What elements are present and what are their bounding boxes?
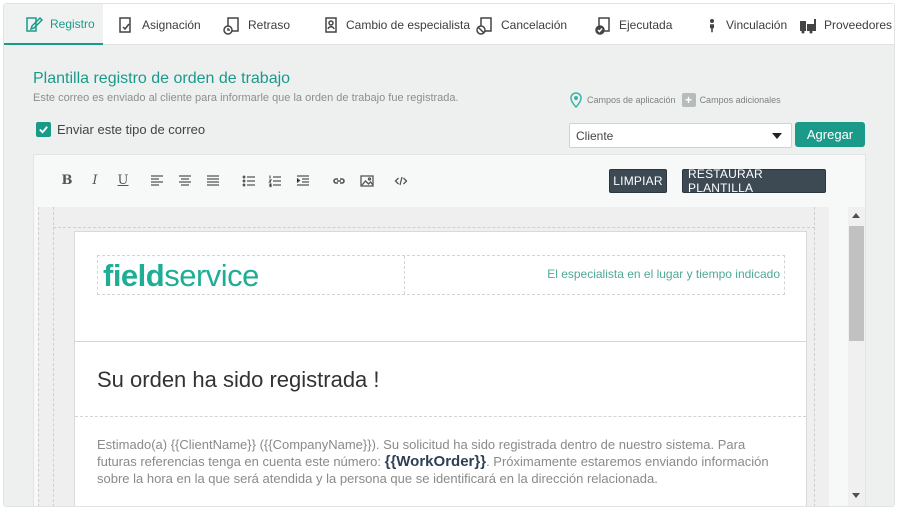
fields-legend: Campos de aplicación + Campos adicionale…	[569, 92, 787, 108]
restore-template-button[interactable]: RESTAURAR PLANTILLA	[682, 167, 826, 195]
map-pin-icon	[570, 92, 582, 108]
tab-ejecutada[interactable]: Ejecutada	[593, 4, 672, 45]
tab-bar: Registro Asignación Retraso Cambio de es…	[4, 4, 894, 45]
align-justify-icon	[207, 175, 219, 186]
layout-guide	[53, 207, 54, 506]
bullet-list-icon	[242, 175, 255, 187]
clear-button[interactable]: LIMPIAR	[609, 169, 667, 193]
template-editor: B I U LIMPIAR RESTAURAR PLANTILLA fields…	[33, 154, 866, 506]
add-button[interactable]: Agregar	[795, 122, 865, 147]
send-email-checkbox[interactable]	[36, 122, 51, 137]
tab-label: Ejecutada	[619, 17, 673, 32]
editor-toolbar: B I U LIMPIAR RESTAURAR PLANTILLA	[34, 155, 865, 207]
chevron-down-icon	[772, 133, 782, 139]
recipient-select[interactable]: Cliente	[569, 123, 792, 148]
align-center-icon	[179, 175, 191, 186]
checkmark-icon	[39, 126, 48, 134]
additional-fields-button[interactable]: + Campos adicionales	[681, 93, 781, 107]
indent-icon	[296, 175, 309, 186]
layout-guide	[53, 227, 815, 228]
tab-cancelacion[interactable]: Cancelación	[475, 4, 567, 45]
send-email-label: Enviar este tipo de correo	[57, 122, 206, 137]
work-order-token: {{WorkOrder}}	[384, 453, 487, 470]
scroll-down-icon[interactable]	[852, 493, 860, 498]
tab-label: Retraso	[248, 17, 291, 32]
image-button[interactable]	[358, 172, 376, 190]
page-subtitle: Este correo es enviado al cliente para i…	[33, 92, 459, 104]
registro-icon	[26, 16, 44, 32]
plus-icon: +	[681, 93, 696, 107]
email-title-row: Su orden ha sido registrada !	[75, 343, 806, 417]
application-fields-button[interactable]: Campos de aplicación	[569, 92, 676, 108]
align-left-icon	[151, 175, 163, 186]
link-button[interactable]	[330, 172, 348, 190]
vinculacion-icon	[710, 18, 714, 32]
tab-label: Cancelación	[501, 17, 568, 32]
align-left-button[interactable]	[148, 172, 166, 190]
tab-label: Proveedores	[824, 17, 893, 32]
email-header: fieldservice El especialista en el lugar…	[75, 232, 806, 342]
retraso-icon	[223, 16, 239, 35]
bold-button[interactable]: B	[58, 172, 76, 190]
email-body: Estimado(a) {{ClientName}} ({{CompanyNam…	[97, 436, 787, 487]
align-center-button[interactable]	[176, 172, 194, 190]
italic-button[interactable]: I	[86, 172, 104, 190]
additional-fields-label: Campos adicionales	[699, 95, 781, 105]
app-frame: Registro Asignación Retraso Cambio de es…	[3, 3, 895, 507]
tab-registro[interactable]: Registro	[4, 4, 103, 45]
numbered-list-button[interactable]	[266, 172, 284, 190]
brand-tagline: El especialista en el lugar y tiempo ind…	[547, 267, 780, 281]
banner-divider	[404, 256, 405, 294]
source-code-button[interactable]	[392, 172, 410, 190]
application-fields-label: Campos de aplicación	[587, 95, 676, 105]
asignacion-icon	[119, 16, 131, 33]
image-icon	[360, 175, 374, 187]
cancelacion-icon	[476, 16, 492, 35]
numbered-list-icon	[268, 175, 281, 188]
tab-label: Asignación	[142, 17, 201, 32]
tab-label: Cambio de especialista	[346, 17, 471, 32]
fieldservice-logo: fieldservice	[103, 258, 259, 293]
tab-asignacion[interactable]: Asignación	[116, 4, 201, 45]
indent-button[interactable]	[294, 172, 312, 190]
editor-scrollbar[interactable]	[848, 207, 865, 506]
underline-button[interactable]: U	[114, 172, 132, 190]
link-icon	[333, 178, 345, 184]
tab-retraso[interactable]: Retraso	[222, 4, 290, 45]
email-title: Su orden ha sido registrada !	[97, 367, 380, 392]
editor-canvas[interactable]: fieldservice El especialista en el lugar…	[38, 207, 829, 506]
cambio-especialista-icon	[325, 16, 337, 33]
tab-label: Registro	[50, 16, 95, 31]
page-title: Plantilla registro de orden de trabajo	[33, 70, 291, 87]
tab-proveedores[interactable]: Proveedores	[798, 4, 892, 45]
email-preview: fieldservice El especialista en el lugar…	[74, 231, 807, 506]
layout-guide	[814, 207, 815, 506]
tab-cambio-especialista[interactable]: Cambio de especialista	[320, 4, 470, 45]
bullet-list-button[interactable]	[240, 172, 258, 190]
tab-label: Vinculación	[726, 17, 788, 32]
tab-vinculacion[interactable]: Vinculación	[704, 4, 787, 45]
scroll-up-icon[interactable]	[852, 213, 860, 218]
scroll-thumb[interactable]	[849, 226, 864, 341]
recipient-select-value: Cliente	[576, 129, 614, 143]
send-email-option[interactable]: Enviar este tipo de correo	[36, 122, 205, 137]
proveedores-icon	[800, 18, 816, 33]
brand-banner: fieldservice El especialista en el lugar…	[97, 255, 785, 295]
code-icon	[394, 176, 408, 186]
align-justify-button[interactable]	[204, 172, 222, 190]
ejecutada-icon	[595, 16, 610, 35]
